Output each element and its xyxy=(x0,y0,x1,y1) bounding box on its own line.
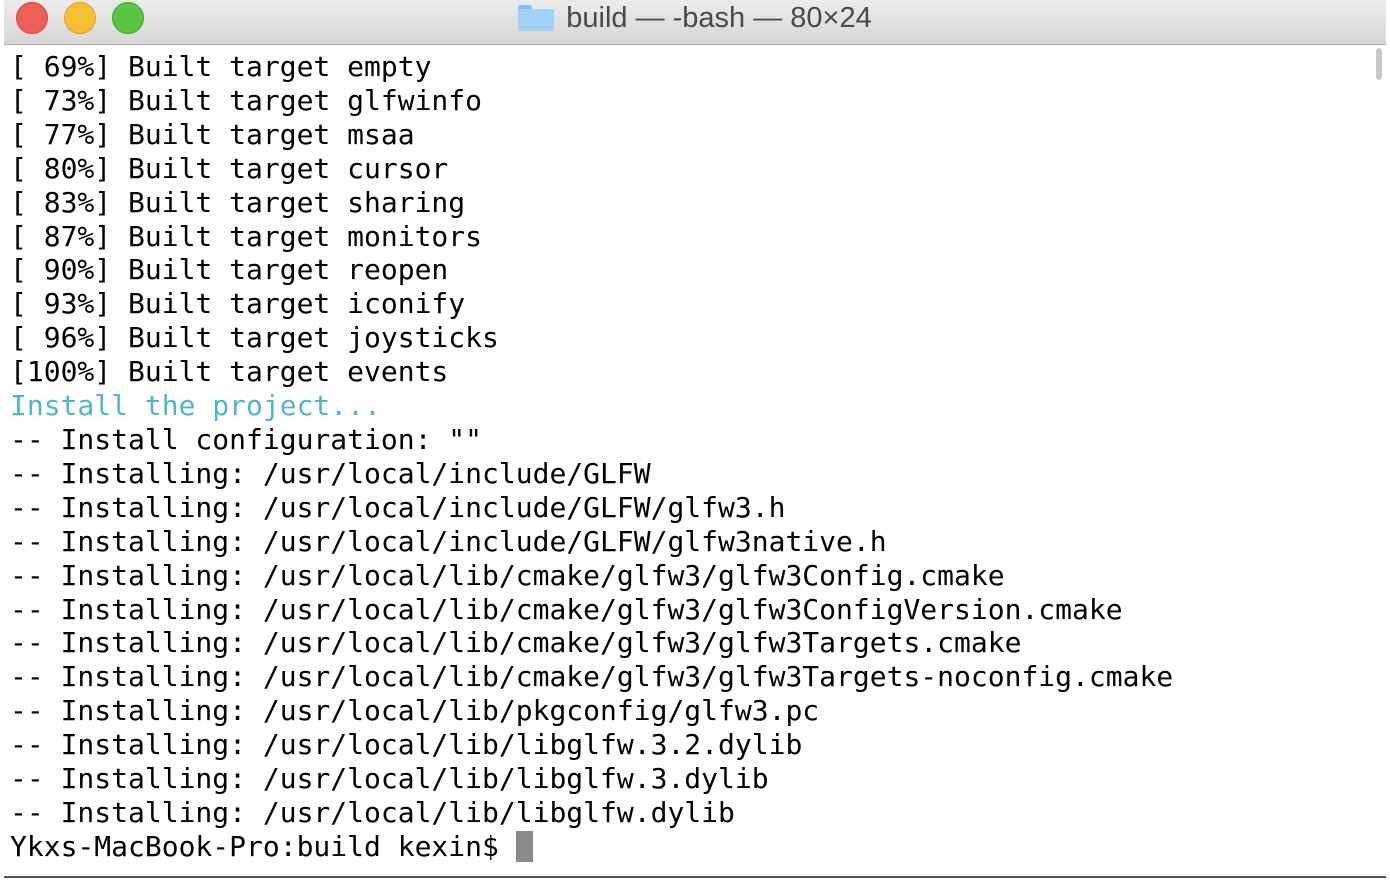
window-title: build — -bash — 80×24 xyxy=(4,0,1386,36)
terminal-line: -- Installing: /usr/local/lib/libglfw.dy… xyxy=(10,795,735,829)
terminal-line: -- Installing: /usr/local/include/GLFW xyxy=(10,456,651,490)
title-bar: build — -bash — 80×24 xyxy=(4,0,1386,45)
terminal-line: -- Installing: /usr/local/lib/cmake/glfw… xyxy=(10,660,1174,694)
window-title-text: build — -bash — 80×24 xyxy=(566,1,872,34)
text-cursor xyxy=(515,830,533,862)
folder-icon xyxy=(518,5,555,31)
terminal-line: [ 73%] Built target glfwinfo xyxy=(10,83,483,117)
terminal-line: [ 87%] Built target monitors xyxy=(10,219,483,253)
terminal-line: -- Installing: /usr/local/lib/libglfw.3.… xyxy=(10,762,769,796)
terminal-line: [ 69%] Built target empty xyxy=(10,50,432,83)
scrollbar[interactable] xyxy=(1376,48,1382,80)
shell-prompt: Ykxs-MacBook-Pro:build kexin$ xyxy=(10,829,499,863)
terminal-line: -- Install configuration: "" xyxy=(10,422,483,456)
terminal-line: -- Installing: /usr/local/lib/cmake/glfw… xyxy=(10,558,1005,592)
terminal-line: [ 83%] Built target sharing xyxy=(10,185,466,219)
terminal-line: -- Installing: /usr/local/lib/cmake/glfw… xyxy=(10,626,1022,660)
terminal-window: build — -bash — 80×24 [ 69%] Built targe… xyxy=(4,0,1386,878)
prompt-line[interactable]: Ykxs-MacBook-Pro:build kexin$ xyxy=(10,830,1173,864)
terminal-line: -- Installing: /usr/local/lib/cmake/glfw… xyxy=(10,592,1123,626)
terminal-line: [ 93%] Built target iconify xyxy=(10,287,466,321)
terminal-line: [ 80%] Built target cursor xyxy=(10,151,449,185)
terminal-output[interactable]: [ 69%] Built target empty[ 73%] Built ta… xyxy=(10,50,1173,864)
terminal-line: [100%] Built target events xyxy=(10,355,449,389)
terminal-line: -- Installing: /usr/local/lib/libglfw.3.… xyxy=(10,728,803,762)
terminal-line: [ 90%] Built target reopen xyxy=(10,253,449,287)
terminal-line: [ 77%] Built target msaa xyxy=(10,117,415,151)
terminal-line: -- Installing: /usr/local/include/GLFW/g… xyxy=(10,490,786,524)
terminal-line: -- Installing: /usr/local/lib/pkgconfig/… xyxy=(10,694,820,728)
terminal-line: -- Installing: /usr/local/include/GLFW/g… xyxy=(10,524,887,558)
terminal-line: Install the project... xyxy=(10,389,381,423)
terminal-line: [ 96%] Built target joysticks xyxy=(10,321,499,355)
